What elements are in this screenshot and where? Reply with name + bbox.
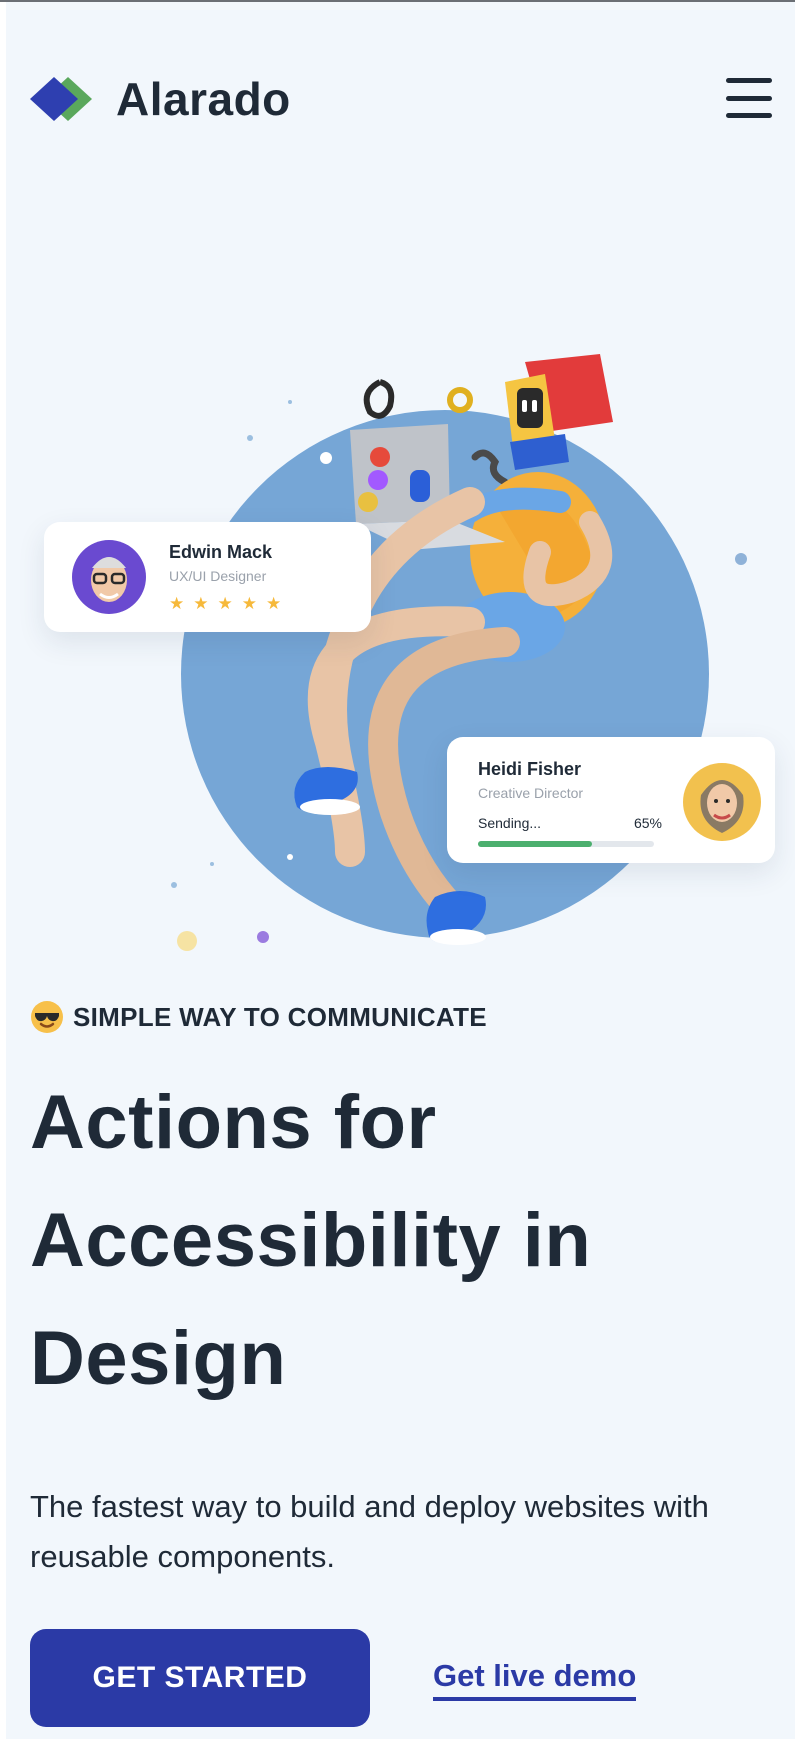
card-role: UX/UI Designer	[169, 568, 267, 584]
avatar	[683, 763, 761, 841]
menu-bar	[726, 78, 772, 83]
3d-character-with-laptop-illustration	[171, 354, 747, 951]
brand-name: Alarado	[116, 73, 291, 125]
live-demo-link[interactable]: Get live demo	[433, 1658, 637, 1701]
page-edge	[0, 2, 6, 1739]
diamond-logo-icon	[30, 75, 94, 123]
hero-description: The fastest way to build and deploy webs…	[30, 1489, 709, 1574]
hamburger-menu-icon[interactable]	[726, 78, 772, 118]
get-started-button[interactable]: GET STARTED	[30, 1629, 370, 1727]
menu-bar	[726, 95, 772, 101]
progress-percent: 65%	[633, 815, 662, 831]
profile-card-edwin: Edwin Mack UX/UI Designer ★★★★★	[44, 522, 371, 632]
card-role: Creative Director	[478, 785, 584, 801]
card-name: Heidi Fisher	[478, 759, 582, 779]
progress-status: Sending...	[478, 815, 542, 831]
avatar	[72, 540, 146, 614]
logo[interactable]: Alarado	[30, 72, 291, 126]
progress-bar	[478, 841, 654, 847]
star-rating-icon: ★★★★★	[169, 594, 291, 613]
hero-section: Edwin Mack UX/UI Designer ★★★★★ Heidi Fi…	[0, 352, 795, 972]
menu-bar	[726, 113, 772, 118]
progress-fill	[478, 841, 593, 847]
card-name: Edwin Mack	[169, 542, 273, 562]
eyebrow-text: SIMPLE WAY TO COMMUNICATE	[73, 1001, 487, 1032]
sunglasses-emoji-icon	[30, 1000, 64, 1034]
page-title: Actions for Accessibility in Design	[30, 1080, 592, 1401]
eyebrow: SIMPLE WAY TO COMMUNICATE	[30, 1000, 487, 1034]
page: Alarado Edwin Mack UX/UI Designer ★★★★★ …	[0, 0, 795, 1739]
profile-card-heidi: Heidi Fisher Creative Director Sending..…	[447, 737, 775, 863]
